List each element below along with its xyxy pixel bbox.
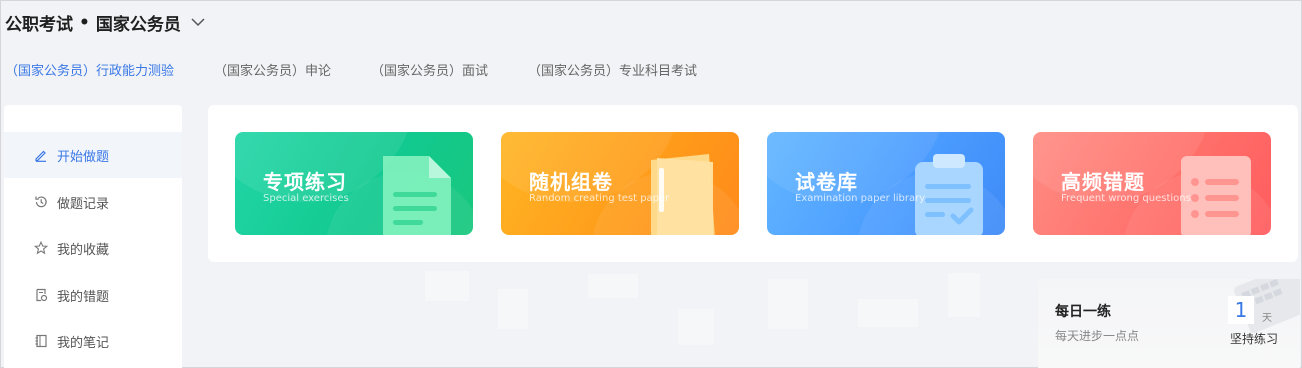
tab-xingce[interactable]: （国家公务员）行政能力测验 [5, 60, 174, 79]
pencil-icon [34, 148, 48, 162]
sidebar-item-history[interactable]: 做题记录 [4, 179, 182, 225]
tab-zhuanye[interactable]: （国家公务员）专业科目考试 [528, 60, 697, 79]
wrong-questions-icon [34, 288, 48, 302]
sidebar-item-notes[interactable]: 我的笔记 [4, 318, 182, 364]
exam-tabs: （国家公务员）行政能力测验 （国家公务员）申论 （国家公务员）面试 （国家公务员… [5, 60, 737, 79]
daily-practice-subtitle: 每天进步一点点 [1055, 329, 1140, 343]
sidebar: 开始做题 做题记录 我的收藏 我的错题 我的笔记 [4, 105, 182, 368]
practice-cards-panel: 专项练习 Special exercises 随机组卷 Random creat… [208, 105, 1298, 262]
keep-practicing-label: 坚持练习 [1230, 332, 1279, 346]
sidebar-item-label: 我的错题 [57, 289, 110, 305]
card-special-exercises[interactable]: 专项练习 Special exercises [235, 132, 473, 235]
card-subtitle: Special exercises [263, 193, 349, 204]
sidebar-item-start[interactable]: 开始做题 [4, 132, 182, 178]
sidebar-item-wrong[interactable]: 我的错题 [4, 272, 182, 318]
card-paper-library[interactable]: 试卷库 Examination paper library [767, 132, 1005, 235]
tab-mianshi[interactable]: （国家公务员）面试 [371, 60, 488, 79]
card-subtitle: Frequent wrong questions [1061, 193, 1191, 204]
card-random-paper[interactable]: 随机组卷 Random creating test paper [501, 132, 739, 235]
daily-practice-widget[interactable]: 每日一练 每天进步一点点 1 天 坚持练习 [1038, 262, 1302, 368]
document-icon [379, 152, 455, 235]
card-title: 高频错题 [1061, 170, 1145, 194]
daily-practice-title: 每日一练 [1055, 304, 1111, 320]
card-subtitle: Examination paper library [795, 193, 926, 204]
chevron-down-icon[interactable] [191, 18, 205, 27]
title-separator: • [79, 12, 90, 33]
streak-days-unit: 天 [1262, 313, 1272, 324]
notebook-icon [34, 334, 48, 348]
card-frequent-wrong[interactable]: 高频错题 Frequent wrong questions [1033, 132, 1271, 235]
exam-category: 公职考试 [5, 15, 73, 35]
card-title: 专项练习 [263, 170, 347, 194]
card-title: 随机组卷 [529, 170, 613, 194]
background-decoration [208, 269, 1028, 368]
tab-shenlun[interactable]: （国家公务员）申论 [214, 60, 331, 79]
sidebar-item-label: 做题记录 [57, 196, 110, 212]
sidebar-item-label: 我的收藏 [57, 242, 110, 258]
streak-days-count: 1 [1228, 296, 1254, 324]
exam-subject: 国家公务员 [95, 15, 181, 35]
sidebar-item-favorites[interactable]: 我的收藏 [4, 225, 182, 271]
sidebar-item-label: 我的笔记 [57, 335, 110, 351]
card-title: 试卷库 [795, 170, 858, 194]
star-icon [34, 241, 48, 255]
exam-selector[interactable]: 公职考试 • 国家公务员 [5, 10, 205, 35]
history-icon [34, 195, 48, 209]
card-subtitle: Random creating test paper [529, 193, 670, 204]
sidebar-item-label: 开始做题 [57, 149, 110, 165]
